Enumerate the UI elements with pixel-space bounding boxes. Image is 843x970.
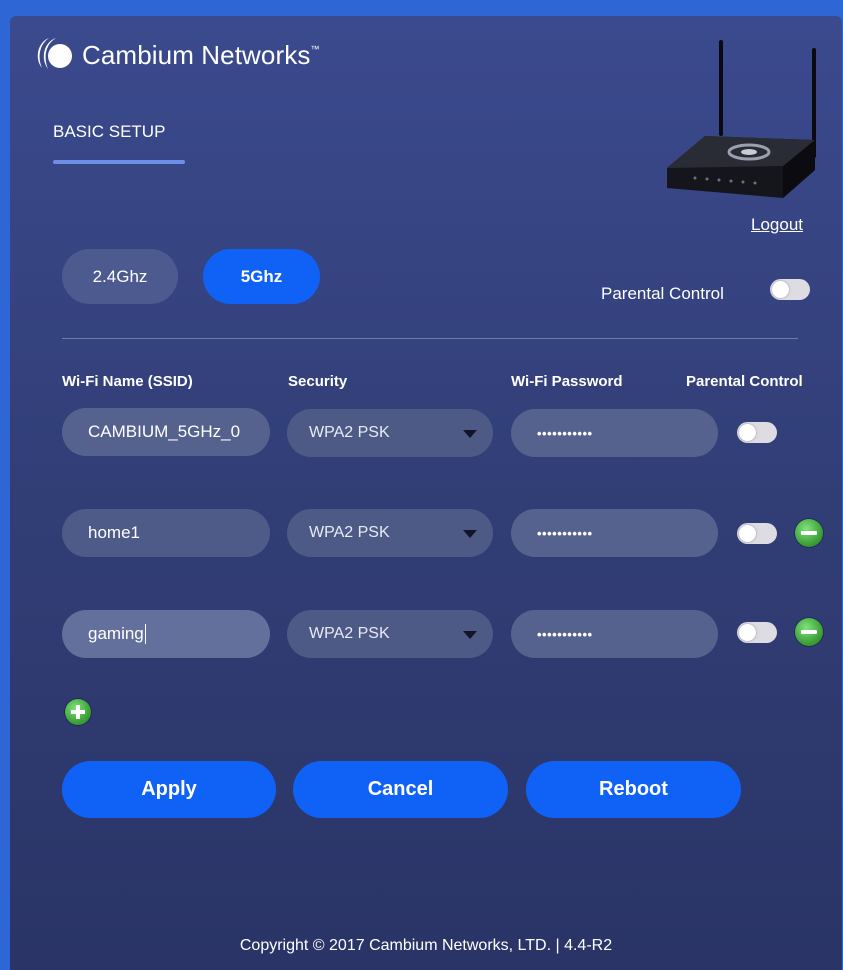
parental-control-toggle[interactable] <box>770 279 810 300</box>
apply-button[interactable]: Apply <box>62 761 276 818</box>
add-network-plus-icon[interactable] <box>65 699 91 725</box>
brand-logo: Cambium Networks™ <box>32 34 320 76</box>
security-select[interactable]: WPA2 PSK <box>287 409 493 457</box>
column-header-password: Wi-Fi Password <box>511 373 623 390</box>
band-24ghz-button[interactable]: 2.4Ghz <box>62 249 178 304</box>
cambium-logo-icon <box>37 38 72 69</box>
password-input[interactable]: ••••••••••• <box>511 509 718 557</box>
security-select[interactable]: WPA2 PSK <box>287 610 493 658</box>
security-select[interactable]: WPA2 PSK <box>287 509 493 557</box>
band-5ghz-button[interactable]: 5Ghz <box>203 249 320 304</box>
trademark-symbol: ™ <box>310 43 320 54</box>
ssid-input[interactable]: CAMBIUM_5GHz_0 <box>62 408 270 456</box>
security-value: WPA2 PSK <box>309 424 390 441</box>
remove-network-minus-icon[interactable] <box>795 618 823 646</box>
caret-down-icon <box>463 530 477 538</box>
row-parental-toggle[interactable] <box>737 422 777 443</box>
ssid-input[interactable]: gaming <box>62 610 270 658</box>
reboot-button[interactable]: Reboot <box>526 761 741 818</box>
security-value: WPA2 PSK <box>309 625 390 642</box>
column-header-ssid: Wi-Fi Name (SSID) <box>62 373 193 390</box>
cancel-button[interactable]: Cancel <box>293 761 508 818</box>
caret-down-icon <box>463 430 477 438</box>
password-input[interactable]: ••••••••••• <box>511 409 718 457</box>
footer-copyright: Copyright © 2017 Cambium Networks, LTD. … <box>239 937 613 954</box>
ssid-value: gaming <box>88 624 144 643</box>
text-cursor <box>144 624 146 644</box>
parental-control-label: Parental Control <box>601 284 724 303</box>
ssid-input[interactable]: home1 <box>62 509 270 557</box>
main-panel: Cambium Networks™ BASIC SETUP Logout 2.4… <box>10 16 842 970</box>
password-input[interactable]: ••••••••••• <box>511 610 718 658</box>
tab-active-indicator <box>53 160 185 164</box>
column-header-parental-control: Parental Control <box>686 373 803 390</box>
row-parental-toggle[interactable] <box>737 622 777 643</box>
brand-name: Cambium Networks™ <box>82 39 320 70</box>
tab-basic-setup[interactable]: BASIC SETUP <box>53 122 165 142</box>
column-header-security: Security <box>288 373 348 390</box>
remove-network-minus-icon[interactable] <box>795 519 823 547</box>
logout-link[interactable]: Logout <box>751 215 803 235</box>
security-value: WPA2 PSK <box>309 524 390 541</box>
router-image <box>667 40 816 198</box>
plus-bar <box>76 705 80 719</box>
row-parental-toggle[interactable] <box>737 523 777 544</box>
section-divider <box>62 338 798 339</box>
caret-down-icon <box>463 631 477 639</box>
